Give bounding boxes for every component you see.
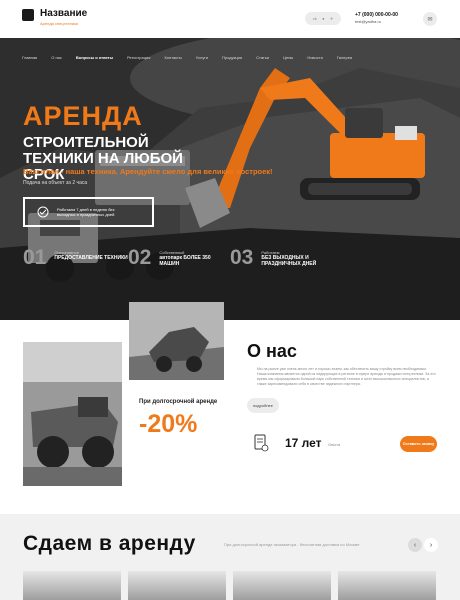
logo-icon[interactable]: [22, 9, 34, 21]
ok-icon[interactable]: ●: [322, 16, 324, 21]
phone-link[interactable]: +7 (000) 000-00-00: [355, 12, 398, 18]
stat-number: 02: [128, 246, 152, 269]
hero-tagline: Ваш план - наша техника. Арендуйте смело…: [23, 167, 273, 176]
equipment-card[interactable]: [233, 571, 331, 600]
equipment-card[interactable]: [128, 571, 226, 600]
site-header: Название Аренда спецтехники vk ● ✈ +7 (0…: [0, 0, 460, 38]
stat-label-line2: ПРЕДОСТАВЛЕНИЕ ТЕХНИКИ: [54, 255, 128, 261]
logo-subtitle: Аренда спецтехники: [40, 21, 79, 26]
experience-years: 17 лет: [285, 436, 322, 450]
stat-label-line2: БЕЗ ВЫХОДНЫХ И ПРАЗДНИЧНЫХ ДНЕЙ: [261, 255, 317, 267]
nav-item-gallery[interactable]: Галерея: [337, 55, 352, 60]
nav-item-news[interactable]: Новости: [307, 55, 322, 60]
chevron-right-icon: ›: [429, 541, 433, 549]
stat-item: 02 Собственный автопарк БОЛЕЕ 350 МАШИН: [128, 247, 214, 269]
prev-button[interactable]: ‹: [408, 538, 422, 552]
handshake-icon: [37, 206, 49, 218]
rent-title: Сдаем в аренду: [23, 532, 196, 555]
nav-item-faq[interactable]: Вопросы и ответы: [76, 55, 113, 60]
nav-item-articles[interactable]: Статьи: [256, 55, 269, 60]
nav-item-registration[interactable]: Регистрация: [127, 55, 150, 60]
about-text: Мы на рынке уже очень много лет и хорошо…: [257, 367, 436, 386]
email-link[interactable]: test@yadha.ru: [355, 19, 381, 24]
mail-button[interactable]: ✉: [423, 12, 437, 26]
equipment-card[interactable]: [338, 571, 436, 600]
telegram-icon[interactable]: ✈: [330, 16, 333, 21]
social-links: vk ● ✈: [305, 12, 341, 25]
rent-section: Сдаем в аренду При долгосрочной аренде э…: [0, 514, 460, 600]
about-title: О нас: [247, 341, 297, 361]
promo-discount: -20%: [139, 410, 198, 438]
chevron-left-icon: ‹: [413, 541, 417, 549]
stat-number: 01: [23, 246, 47, 269]
nav-item-prices[interactable]: Цены: [283, 55, 293, 60]
document-icon: [253, 434, 269, 452]
nav-item-contacts[interactable]: Контакты: [164, 55, 181, 60]
stat-label: Оперативное ПРЕДОСТАВЛЕНИЕ ТЕХНИКИ: [54, 250, 127, 261]
nav-item-about[interactable]: О нас: [51, 55, 62, 60]
vk-icon[interactable]: vk: [313, 16, 317, 21]
mail-icon: ✉: [427, 16, 433, 23]
mining-truck-image: [23, 342, 122, 486]
stat-item: 01 Оперативное ПРЕДОСТАВЛЕНИЕ ТЕХНИКИ: [23, 247, 128, 269]
more-button[interactable]: подробнее: [247, 398, 279, 413]
hero-title: АРЕНДА: [23, 101, 143, 131]
hero-section: Главная О нас Вопросы и ответы Регистрац…: [0, 38, 460, 320]
schedule-text: Работаем 7 дней в неделю без выходных и …: [57, 207, 115, 217]
rent-description: При долгосрочной аренде экскаватора - бе…: [224, 542, 360, 547]
logo-title[interactable]: Название: [40, 8, 87, 19]
experience-label: Опыта: [328, 442, 341, 447]
equipment-card[interactable]: [23, 571, 121, 600]
nav-item-home[interactable]: Главная: [22, 55, 37, 60]
promo-label: При долгосрочной аренде: [139, 399, 218, 405]
loader-image: [129, 302, 224, 380]
nav-item-products[interactable]: Продукция: [222, 55, 242, 60]
hero-note: Подача на объект за 2 часа: [23, 180, 88, 186]
main-nav: Главная О нас Вопросы и ответы Регистрац…: [22, 55, 366, 60]
stat-number: 03: [230, 246, 254, 269]
next-button[interactable]: ›: [424, 538, 438, 552]
nav-item-services[interactable]: Услуги: [196, 55, 208, 60]
stat-label: Работаем БЕЗ ВЫХОДНЫХ И ПРАЗДНИЧНЫХ ДНЕЙ: [261, 250, 321, 267]
schedule-card: Работаем 7 дней в неделю без выходных и …: [23, 197, 154, 227]
stat-label: Собственный автопарк БОЛЕЕ 350 МАШИН: [159, 250, 214, 267]
request-button[interactable]: Оставить заявку: [400, 436, 437, 452]
stat-item: 03 Работаем БЕЗ ВЫХОДНЫХ И ПРАЗДНИЧНЫХ Д…: [230, 247, 321, 269]
stat-label-line2: автопарк БОЛЕЕ 350 МАШИН: [159, 255, 211, 267]
